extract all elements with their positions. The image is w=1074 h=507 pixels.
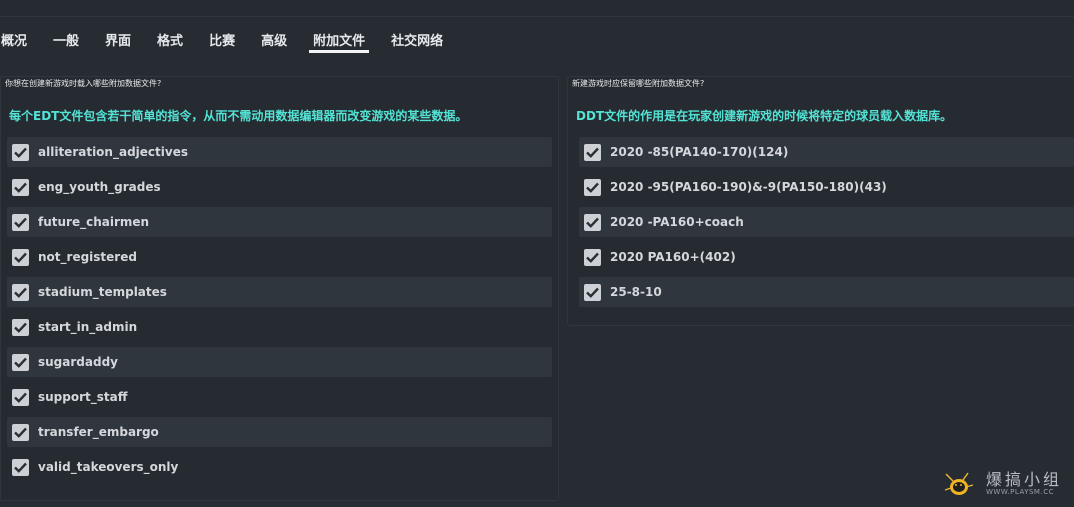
ddt-file-row[interactable]: 2020 -95(PA160-190)&-9(PA150-180)(43) bbox=[579, 172, 1074, 202]
checkmark-icon bbox=[14, 182, 27, 193]
checkmark-icon bbox=[14, 427, 27, 438]
ddt-panel-description: DDT文件的作用是在玩家创建新游戏的时候将特定的球员载入数据库。 bbox=[576, 109, 953, 123]
edt-file-row[interactable]: stadium_templates bbox=[7, 277, 552, 307]
checkbox[interactable] bbox=[12, 213, 29, 231]
tab-general[interactable]: 一般 bbox=[53, 26, 79, 52]
edt-file-row[interactable]: future_chairmen bbox=[7, 207, 552, 237]
checkbox[interactable] bbox=[12, 283, 29, 301]
edt-file-row[interactable]: transfer_embargo bbox=[7, 417, 552, 447]
ddt-file-row[interactable]: 2020 -PA160+coach bbox=[579, 207, 1074, 237]
edt-file-label: valid_takeovers_only bbox=[38, 460, 179, 474]
edt-file-label: transfer_embargo bbox=[38, 425, 159, 439]
edt-file-row[interactable]: eng_youth_grades bbox=[7, 172, 552, 202]
checkmark-icon bbox=[14, 147, 27, 158]
checkbox[interactable] bbox=[584, 248, 601, 266]
checkbox[interactable] bbox=[12, 423, 29, 441]
edt-file-row[interactable]: start_in_admin bbox=[7, 312, 552, 342]
tab-social-network[interactable]: 社交网络 bbox=[391, 26, 443, 52]
edt-file-label: eng_youth_grades bbox=[38, 180, 161, 194]
checkbox[interactable] bbox=[584, 283, 601, 301]
edt-file-label: start_in_admin bbox=[38, 320, 138, 334]
edt-file-row[interactable]: sugardaddy bbox=[7, 347, 552, 377]
watermark-text: 爆搞小组 bbox=[986, 470, 1063, 489]
ddt-file-list: 2020 -85(PA140-170)(124) 2020 -95(PA160-… bbox=[579, 137, 1074, 312]
ddt-files-panel: 新建游戏时应保留哪些附加数据文件? DDT文件的作用是在玩家创建新游戏的时候将特… bbox=[567, 76, 1074, 326]
checkbox[interactable] bbox=[12, 353, 29, 371]
edt-panel-question: 你想在创建新游戏时载入哪些附加数据文件? bbox=[5, 79, 162, 88]
ddt-file-label: 2020 -PA160+coach bbox=[610, 215, 744, 229]
checkmark-icon bbox=[14, 462, 27, 473]
checkbox[interactable] bbox=[12, 248, 29, 266]
ddt-file-row[interactable]: 2020 PA160+(402) bbox=[579, 242, 1074, 272]
checkmark-icon bbox=[586, 217, 599, 228]
checkmark-icon bbox=[14, 357, 27, 368]
edt-file-label: support_staff bbox=[38, 390, 128, 404]
edt-file-row[interactable]: support_staff bbox=[7, 382, 552, 412]
checkbox[interactable] bbox=[12, 143, 29, 161]
checkbox[interactable] bbox=[12, 178, 29, 196]
checkmark-icon bbox=[14, 322, 27, 333]
ddt-file-label: 25-8-10 bbox=[610, 285, 662, 299]
checkbox[interactable] bbox=[12, 318, 29, 336]
checkmark-icon bbox=[586, 147, 599, 158]
tab-bar: 概况 一般 界面 格式 比赛 高级 附加文件 社交网络 bbox=[0, 26, 469, 53]
ddt-file-label: 2020 -85(PA140-170)(124) bbox=[610, 145, 789, 159]
tab-advanced[interactable]: 高级 bbox=[261, 26, 287, 52]
edt-file-label: sugardaddy bbox=[38, 355, 118, 369]
edt-file-list: alliteration_adjectives eng_youth_grades… bbox=[7, 137, 552, 487]
checkmark-icon bbox=[14, 392, 27, 403]
checkmark-icon bbox=[14, 217, 27, 228]
checkbox[interactable] bbox=[584, 178, 601, 196]
edt-panel-description: 每个EDT文件包含若干简单的指令，从而不需动用数据编辑器而改变游戏的某些数据。 bbox=[9, 109, 468, 123]
checkmark-icon bbox=[586, 287, 599, 298]
ddt-file-row[interactable]: 2020 -85(PA140-170)(124) bbox=[579, 137, 1074, 167]
checkbox[interactable] bbox=[584, 213, 601, 231]
tab-overview[interactable]: 概况 bbox=[1, 26, 27, 52]
edt-file-row[interactable]: alliteration_adjectives bbox=[7, 137, 552, 167]
watermark-url: WWW.PLAYSM.CC bbox=[986, 488, 1054, 496]
checkmark-icon bbox=[586, 182, 599, 193]
checkbox[interactable] bbox=[12, 388, 29, 406]
tab-format[interactable]: 格式 bbox=[157, 26, 183, 52]
ddt-file-row[interactable]: 25-8-10 bbox=[579, 277, 1074, 307]
checkbox[interactable] bbox=[12, 458, 29, 476]
ddt-file-label: 2020 PA160+(402) bbox=[610, 250, 736, 264]
tab-match[interactable]: 比赛 bbox=[209, 26, 235, 52]
tab-interface[interactable]: 界面 bbox=[105, 26, 131, 52]
checkmark-icon bbox=[14, 287, 27, 298]
checkmark-icon bbox=[586, 252, 599, 263]
watermark: 爆搞小组 WWW.PLAYSM.CC bbox=[944, 466, 1072, 500]
ddt-file-label: 2020 -95(PA160-190)&-9(PA150-180)(43) bbox=[610, 180, 887, 194]
edt-files-panel: 你想在创建新游戏时载入哪些附加数据文件? 每个EDT文件包含若干简单的指令，从而… bbox=[0, 76, 559, 501]
ddt-panel-question: 新建游戏时应保留哪些附加数据文件? bbox=[572, 79, 705, 88]
tab-additional-files[interactable]: 附加文件 bbox=[309, 26, 370, 53]
top-bar bbox=[0, 0, 1074, 17]
bug-logo-icon bbox=[944, 472, 974, 495]
edt-file-row[interactable]: valid_takeovers_only bbox=[7, 452, 552, 482]
edt-file-row[interactable]: not_registered bbox=[7, 242, 552, 272]
checkbox[interactable] bbox=[584, 143, 601, 161]
edt-file-label: future_chairmen bbox=[38, 215, 150, 229]
checkmark-icon bbox=[14, 252, 27, 263]
edt-file-label: not_registered bbox=[38, 250, 137, 264]
edt-file-label: stadium_templates bbox=[38, 285, 167, 299]
edt-file-label: alliteration_adjectives bbox=[38, 145, 188, 159]
